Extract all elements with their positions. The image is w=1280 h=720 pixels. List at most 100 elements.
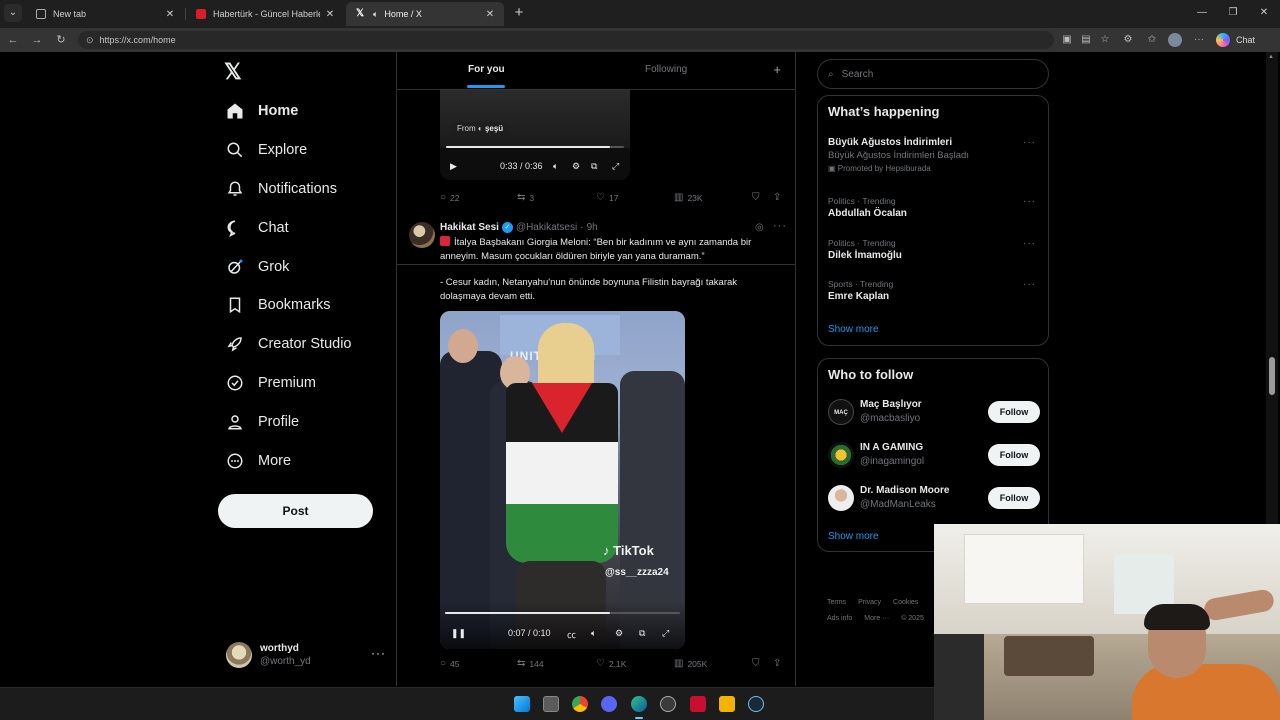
app-available-icon[interactable]: ▣: [1060, 33, 1074, 47]
profile-avatar-icon[interactable]: [1168, 33, 1182, 47]
terms-link[interactable]: Terms: [827, 599, 846, 606]
views-button[interactable]: ▥ 205K: [674, 658, 707, 669]
video-progress-bar[interactable]: [446, 146, 624, 148]
trend-item[interactable]: Büyük Ağustos İndirimleri Büyük Ağustos …: [828, 137, 1040, 173]
add-feed-icon[interactable]: +: [773, 62, 781, 77]
favorite-star-icon[interactable]: ☆: [1098, 33, 1112, 47]
obs-icon[interactable]: [660, 696, 676, 712]
new-tab-button[interactable]: +: [510, 4, 528, 22]
nav-premium[interactable]: Premium: [226, 370, 316, 396]
close-window-button[interactable]: ✕: [1254, 4, 1274, 22]
close-tab-icon[interactable]: ✕: [324, 9, 336, 20]
repost-button[interactable]: ⇆ 144: [517, 658, 544, 669]
post-button[interactable]: Post: [218, 494, 373, 528]
forward-button[interactable]: →: [28, 31, 46, 49]
follow-suggestion[interactable]: IN A GAMING @inagamingol Follow: [828, 440, 1040, 470]
trend-more-icon[interactable]: ···: [1023, 279, 1036, 290]
share-button[interactable]: ⇪: [773, 192, 785, 203]
pip-icon[interactable]: ⧉: [591, 161, 597, 172]
copilot-chat-button[interactable]: Chat: [1216, 32, 1255, 48]
follow-button[interactable]: Follow: [988, 401, 1040, 423]
edge-icon[interactable]: [631, 696, 647, 712]
speaker-icon[interactable]: 🔈︎: [373, 9, 378, 20]
chrome-icon[interactable]: [572, 696, 588, 712]
repost-button[interactable]: ⇆ 3: [517, 192, 534, 203]
tab-actions-menu-button[interactable]: ⌄: [4, 4, 22, 22]
video-progress-bar[interactable]: [445, 612, 680, 614]
close-tab-icon[interactable]: ✕: [484, 9, 496, 20]
trend-more-icon[interactable]: ···: [1023, 196, 1036, 207]
video-settings-icon[interactable]: ⚙: [572, 161, 580, 172]
windows-start-icon[interactable]: [514, 696, 530, 712]
fullscreen-icon[interactable]: ⤢: [662, 628, 669, 639]
nav-bookmarks[interactable]: Bookmarks: [226, 292, 331, 318]
app-yellow-icon[interactable]: [719, 696, 735, 712]
nav-notifications[interactable]: Notifications: [226, 176, 337, 202]
back-button[interactable]: ←: [4, 31, 22, 49]
pause-icon[interactable]: ❚❚: [451, 628, 466, 639]
trend-item[interactable]: Sports · Trending Emre Kaplan ···: [828, 279, 1040, 302]
extensions-icon[interactable]: ⚙: [1121, 33, 1135, 47]
pip-icon[interactable]: ⧉: [639, 628, 645, 639]
browser-tab-home-x[interactable]: 𝕏 🔈︎ Home / X ✕: [346, 2, 504, 26]
avatar[interactable]: [409, 222, 435, 248]
nav-chat[interactable]: Chat: [226, 215, 289, 241]
trend-more-icon[interactable]: ···: [1023, 137, 1036, 148]
close-tab-icon[interactable]: ✕: [164, 9, 176, 20]
share-button[interactable]: ⇪: [773, 658, 785, 669]
browser-tab-new-tab[interactable]: New tab ✕: [26, 2, 184, 26]
captions-icon[interactable]: ㏄: [567, 628, 576, 641]
search-input[interactable]: [841, 68, 1022, 80]
browser-tab-haberturk[interactable]: Habertürk - Güncel Haberler, Son Dakika …: [186, 2, 344, 26]
search-box[interactable]: ⌕: [817, 59, 1049, 89]
cookies-link[interactable]: Cookies: [893, 599, 918, 606]
trend-more-icon[interactable]: ···: [1023, 238, 1036, 249]
fullscreen-icon[interactable]: ⤢: [612, 161, 619, 172]
bookmark-button[interactable]: ⛉: [752, 658, 764, 669]
account-more-icon[interactable]: ···: [371, 646, 386, 660]
x-logo-icon[interactable]: 𝕏: [224, 61, 246, 83]
site-info-icon[interactable]: ⊙: [86, 35, 94, 46]
follow-suggestion[interactable]: MAÇ Maç Başlıyor @macbasliyo Follow: [828, 397, 1040, 427]
reader-mode-icon[interactable]: ▤: [1079, 33, 1093, 47]
tab-following[interactable]: Following: [645, 64, 687, 75]
show-more-trends-link[interactable]: Show more: [828, 324, 879, 335]
like-button[interactable]: ♡ 2.1K: [596, 658, 626, 669]
privacy-link[interactable]: Privacy: [858, 599, 881, 606]
trend-item[interactable]: Politics · Trending Abdullah Öcalan ···: [828, 196, 1040, 219]
like-button[interactable]: ♡ 17: [596, 192, 618, 203]
trend-item[interactable]: Politics · Trending Dilek İmamoğlu ···: [828, 238, 1040, 261]
follow-suggestion[interactable]: Dr. Madison Moore @MadManLeaks Follow: [828, 483, 1040, 513]
nav-creator-studio[interactable]: Creator Studio: [226, 331, 352, 357]
app-red-icon[interactable]: [690, 696, 706, 712]
minimize-window-button[interactable]: —: [1192, 4, 1212, 22]
previous-tweet-video[interactable]: From ◐ şeşü ▶ 0:33 / 0:36 🔈︎ ⚙ ⧉ ⤢: [440, 88, 630, 180]
refresh-button[interactable]: ↻: [52, 31, 70, 49]
restore-window-button[interactable]: ❐: [1223, 4, 1243, 22]
nav-home[interactable]: Home: [226, 98, 298, 124]
reply-button[interactable]: ○ 45: [440, 658, 460, 669]
discord-icon[interactable]: [601, 696, 617, 712]
task-view-icon[interactable]: [543, 696, 559, 712]
follow-button[interactable]: Follow: [988, 487, 1040, 509]
grok-explain-icon[interactable]: ◎: [755, 222, 764, 233]
footer-more-link[interactable]: More ···: [864, 615, 889, 622]
steam-icon[interactable]: [748, 696, 764, 712]
favorites-icon[interactable]: ✩: [1145, 33, 1159, 47]
nav-grok[interactable]: Grok: [226, 254, 289, 280]
video-settings-icon[interactable]: ⚙: [615, 628, 623, 639]
tweet-more-icon[interactable]: ···: [773, 220, 787, 232]
play-icon[interactable]: ▶: [450, 161, 457, 172]
bookmark-button[interactable]: ⛉: [752, 192, 764, 203]
ads-info-link[interactable]: Ads info: [827, 615, 852, 622]
nav-profile[interactable]: Profile: [226, 409, 299, 435]
account-switcher[interactable]: worthyd @worth_yd ···: [226, 640, 386, 670]
views-button[interactable]: ▥ 23K: [674, 192, 703, 203]
reply-button[interactable]: ○ 22: [440, 192, 460, 203]
tab-for-you[interactable]: For you: [468, 64, 505, 75]
url-field[interactable]: ⊙ https://x.com/home: [78, 31, 1054, 49]
scrollbar-thumb[interactable]: [1269, 357, 1275, 395]
show-more-follow-link[interactable]: Show more: [828, 531, 879, 542]
volume-icon[interactable]: 🔈︎: [591, 628, 596, 639]
settings-more-icon[interactable]: ···: [1192, 33, 1206, 47]
